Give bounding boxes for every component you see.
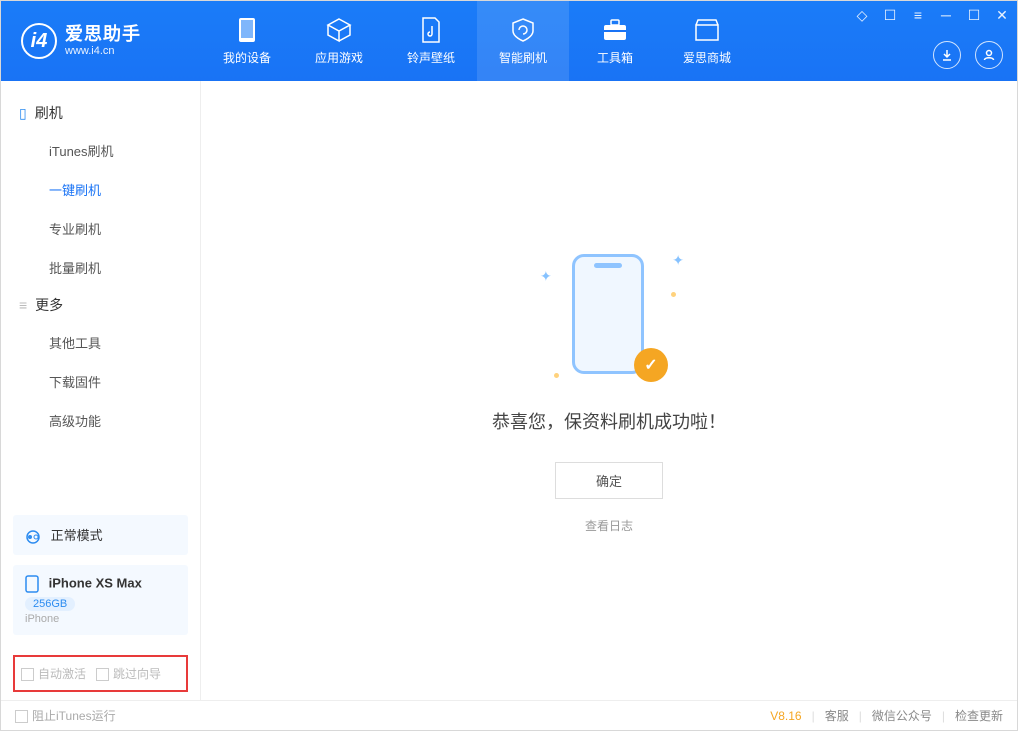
sidebar-group-flash: ▯ 刷机	[1, 95, 200, 131]
group-label: 更多	[35, 295, 63, 315]
device-mode-card[interactable]: 正常模式	[13, 515, 188, 555]
checkmark-badge-icon: ✓	[634, 348, 668, 382]
sidebar-item-pro-flash[interactable]: 专业刷机	[1, 209, 200, 248]
phone-icon	[234, 17, 260, 43]
group-label: 刷机	[35, 103, 63, 123]
app-url: www.i4.cn	[65, 45, 141, 57]
sparkle-icon: ✦	[540, 268, 552, 285]
nav-label: 智能刷机	[499, 49, 547, 66]
window-controls: ◇ ☐ ≡ ─ ☐ ✕	[853, 7, 1011, 24]
logo-icon: i4	[21, 23, 57, 59]
mode-icon	[25, 529, 41, 545]
nav-toolbox[interactable]: 工具箱	[569, 1, 661, 81]
store-icon	[694, 17, 720, 43]
nav-store[interactable]: 爱思商城	[661, 1, 753, 81]
sidebar-item-other-tools[interactable]: 其他工具	[1, 323, 200, 362]
phone-outline-icon: ▯	[19, 105, 27, 122]
sidebar-item-itunes-flash[interactable]: iTunes刷机	[1, 131, 200, 170]
main-content: ✦ ✦ ✓ 恭喜您，保资料刷机成功啦！ 确定 查看日志	[201, 81, 1017, 700]
success-illustration: ✦ ✦ ✓	[534, 248, 684, 388]
sidebar-item-batch-flash[interactable]: 批量刷机	[1, 248, 200, 287]
top-nav: 我的设备 应用游戏 铃声壁纸 智能刷机 工具箱 爱思商城	[201, 1, 753, 81]
sidebar: ▯ 刷机 iTunes刷机 一键刷机 专业刷机 批量刷机 ≡ 更多 其他工具 下…	[1, 81, 201, 700]
maximize-button[interactable]: ☐	[965, 7, 983, 24]
user-controls	[933, 41, 1003, 69]
ok-button[interactable]: 确定	[555, 462, 663, 499]
music-file-icon	[418, 17, 444, 43]
close-button[interactable]: ✕	[993, 7, 1011, 24]
sidebar-item-advanced[interactable]: 高级功能	[1, 401, 200, 440]
app-title: 爱思助手	[65, 25, 141, 45]
sidebar-group-more: ≡ 更多	[1, 287, 200, 323]
dot-icon	[671, 292, 676, 297]
account-button[interactable]	[975, 41, 1003, 69]
options-highlight-box: 自动激活 跳过向导	[13, 655, 188, 692]
version-label: V8.16	[770, 709, 801, 723]
wechat-link[interactable]: 微信公众号	[872, 707, 932, 724]
nav-ringtone-wallpaper[interactable]: 铃声壁纸	[385, 1, 477, 81]
download-button[interactable]	[933, 41, 961, 69]
titlebar: i4 爱思助手 www.i4.cn 我的设备 应用游戏 铃声壁纸 智能刷机 工具…	[1, 1, 1017, 81]
refresh-shield-icon	[510, 17, 536, 43]
phone-graphic	[572, 254, 644, 374]
logo: i4 爱思助手 www.i4.cn	[1, 23, 201, 59]
nav-apps-games[interactable]: 应用游戏	[293, 1, 385, 81]
cube-icon	[326, 17, 352, 43]
dot-icon	[554, 373, 559, 378]
nav-label: 我的设备	[223, 49, 271, 66]
device-name: iPhone XS Max	[49, 575, 142, 590]
sidebar-item-download-firmware[interactable]: 下载固件	[1, 362, 200, 401]
tshirt-icon[interactable]: ◇	[853, 7, 871, 24]
sidebar-item-oneclick-flash[interactable]: 一键刷机	[1, 170, 200, 209]
nav-label: 应用游戏	[315, 49, 363, 66]
toolbox-icon	[602, 17, 628, 43]
nav-label: 工具箱	[597, 49, 633, 66]
check-update-link[interactable]: 检查更新	[955, 707, 1003, 724]
nav-smart-flash[interactable]: 智能刷机	[477, 1, 569, 81]
nav-label: 铃声壁纸	[407, 49, 455, 66]
block-itunes-checkbox[interactable]: 阻止iTunes运行	[15, 707, 116, 724]
minimize-button[interactable]: ─	[937, 7, 955, 24]
device-type: iPhone	[25, 613, 176, 625]
success-message: 恭喜您，保资料刷机成功啦！	[492, 408, 726, 434]
skip-guide-checkbox[interactable]: 跳过向导	[96, 665, 161, 682]
auto-activate-checkbox[interactable]: 自动激活	[21, 665, 86, 682]
sparkle-icon: ✦	[672, 252, 684, 269]
device-icon	[25, 575, 39, 593]
mode-label: 正常模式	[51, 528, 103, 543]
menu-icon[interactable]: ≡	[909, 7, 927, 24]
view-log-link[interactable]: 查看日志	[585, 517, 633, 534]
footer: 阻止iTunes运行 V8.16 | 客服 | 微信公众号 | 检查更新	[1, 700, 1017, 730]
device-info-card[interactable]: iPhone XS Max 256GB iPhone	[13, 565, 188, 635]
support-link[interactable]: 客服	[825, 707, 849, 724]
list-icon: ≡	[19, 297, 27, 313]
nav-label: 爱思商城	[683, 49, 731, 66]
nav-my-device[interactable]: 我的设备	[201, 1, 293, 81]
device-storage-badge: 256GB	[25, 597, 75, 611]
lock-icon[interactable]: ☐	[881, 7, 899, 24]
